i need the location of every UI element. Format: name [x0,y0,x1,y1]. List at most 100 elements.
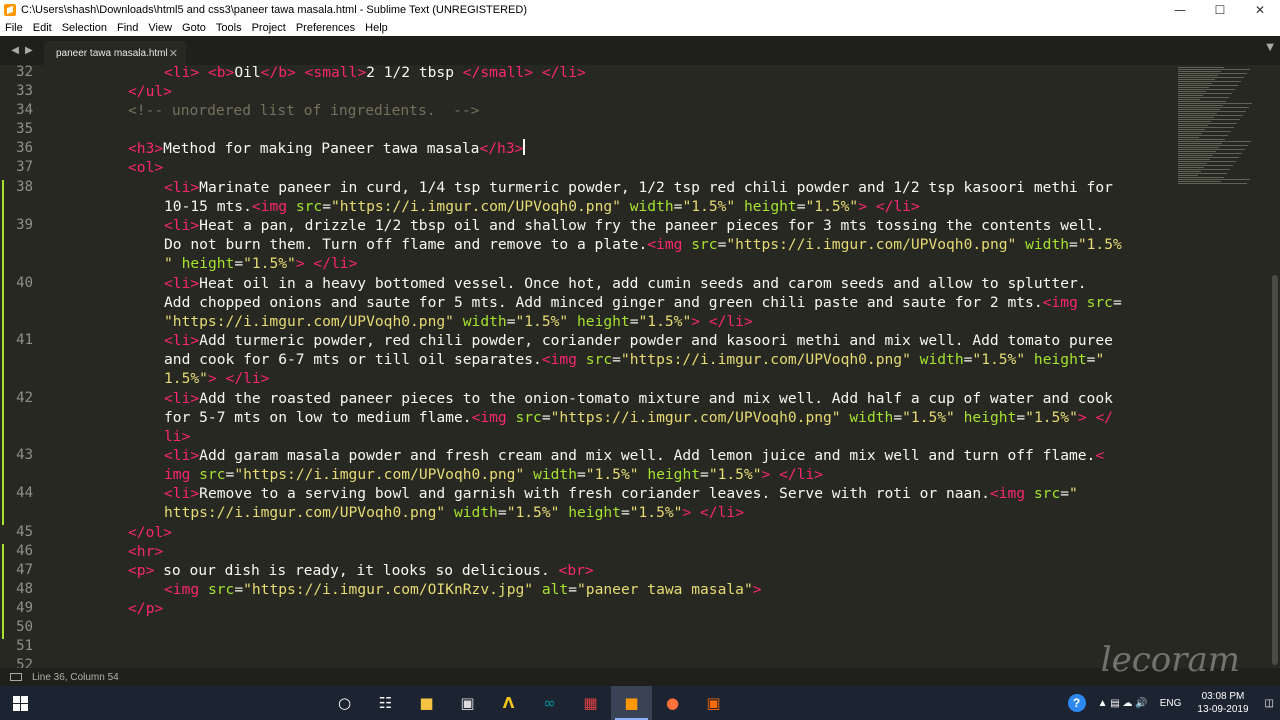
code-line[interactable]: <li>Add turmeric powder, red chili powde… [164,331,1113,350]
vertical-scrollbar[interactable] [1270,65,1280,668]
minimap[interactable] [1170,65,1270,668]
tab-nav-arrows[interactable]: ◀ ▶ [0,36,44,65]
line-number: 43 [16,447,33,463]
panel-toggle-icon[interactable] [10,673,22,681]
tab-dropdown-icon[interactable]: ▼ [1266,42,1274,53]
code-line[interactable]: Do not burn them. Turn off flame and rem… [164,235,1122,254]
code-line[interactable]: </p> [128,599,163,618]
tab-paneer-tawa-masala[interactable]: paneer tawa masala.html ✕ [44,41,186,65]
arrow-left-icon[interactable]: ◀ [11,45,19,56]
code-line[interactable]: <hr> [128,542,163,561]
code-line[interactable]: </ol> [128,523,172,542]
minimap-line [1178,177,1224,178]
code-token: <img [251,198,288,215]
code-token: Oil [234,65,261,81]
clock[interactable]: 03:08 PM 13-09-2019 [1187,690,1258,716]
code-line[interactable]: <li>Marinate paneer in curd, 1/4 tsp tur… [164,178,1113,197]
minimize-icon[interactable]: — [1160,3,1200,17]
minimap-line [1178,139,1225,140]
menu-help[interactable]: Help [360,22,393,34]
screen-recorder-icon[interactable]: ▣ [693,686,734,720]
code-line[interactable]: <h3>Method for making Paneer tawa masala… [128,139,526,158]
menu-tools[interactable]: Tools [211,22,247,34]
code-line[interactable]: " height="1.5%"> </li> [164,254,357,273]
line-number: 34 [16,102,33,118]
line-number: 44 [16,485,33,501]
code-token: > [858,198,868,215]
close-icon[interactable]: ✕ [1240,3,1280,17]
code-token: "https://i.imgur.com/UPVoqh0.png" [164,313,454,330]
menu-file[interactable]: File [0,22,28,34]
code-token: <b> [207,65,235,81]
code-line[interactable]: 10-15 mts.<img src="https://i.imgur.com/… [164,197,920,216]
code-token: = [1112,294,1122,311]
line-number: 36 [16,140,33,156]
maximize-icon[interactable]: ☐ [1200,3,1240,17]
app-tools-icon[interactable]: ▦ [570,686,611,720]
code-editor[interactable]: 32 33 34 35 36 37 38 39 40 41 42 43 44 4… [0,65,1170,668]
tray-icons[interactable]: ▲ ▤ ☁ 🔊 [1092,698,1154,709]
code-token: <li> [164,217,200,234]
sublime-text-taskbar-icon[interactable]: ■ [611,686,652,720]
code-line[interactable]: and cook for 6-7 mts or till oil separat… [164,350,1104,369]
minimap-line [1178,111,1246,112]
code-line[interactable]: <li> <b>Oil</b> <small>2 1/2 tbsp </smal… [164,65,586,82]
code-line[interactable]: <ol> [128,158,163,177]
code-token: </li> [700,504,744,521]
code-token: "1.5%" [682,198,736,215]
store-icon[interactable]: ▣ [447,686,488,720]
code-token: "https://i.imgur.com/UPVoqh0.png" [550,409,841,426]
code-line[interactable]: </ul> [128,82,172,101]
scrollbar-thumb[interactable] [1272,275,1278,665]
minimap-line [1178,179,1250,180]
code-token: height [568,504,621,521]
code-line[interactable]: <li>Heat a pan, drizzle 1/2 tbsp oil and… [164,216,1104,235]
code-token: Add chopped onions and saute for 5 mts. … [164,294,1043,311]
modified-lines-marker [2,180,4,525]
firefox-icon[interactable]: ● [652,686,693,720]
help-icon[interactable]: ? [1062,694,1092,712]
minimap-line [1178,83,1212,84]
windows-start-icon[interactable] [0,686,41,720]
code-line[interactable]: 1.5%"> </li> [164,369,269,388]
code-token: Add garam masala powder and fresh cream … [199,447,1096,464]
code-token: "https://i.imgur.com/OIKnRzv.jpg" [243,581,534,598]
code-line[interactable]: <li>Add the roasted paneer pieces to the… [164,389,1113,408]
minimap-line [1178,145,1248,146]
menu-preferences[interactable]: Preferences [291,22,360,34]
code-line[interactable]: img src="https://i.imgur.com/UPVoqh0.png… [164,465,823,484]
code-token: Add turmeric powder, red chili powder, c… [199,332,1113,349]
arduino-icon[interactable]: ∞ [529,686,570,720]
app-a-icon[interactable]: Λ [488,686,529,720]
file-explorer-icon[interactable]: ■ [406,686,447,720]
code-line[interactable]: Add chopped onions and saute for 5 mts. … [164,293,1122,312]
code-line[interactable]: <li>Remove to a serving bowl and garnish… [164,484,1078,503]
search-circle-icon[interactable]: ○ [324,686,365,720]
menu-selection[interactable]: Selection [57,22,112,34]
code-line[interactable]: https://i.imgur.com/UPVoqh0.png" width="… [164,503,744,522]
notification-icon[interactable]: ◫ [1259,698,1280,709]
code-line[interactable]: li> [164,427,190,446]
arrow-right-icon[interactable]: ▶ [25,45,33,56]
code-line[interactable]: for 5-7 mts on low to medium flame.<img … [164,408,1113,427]
code-line[interactable]: <!-- unordered list of ingredients. --> [128,101,479,120]
menu-edit[interactable]: Edit [28,22,57,34]
menu-project[interactable]: Project [247,22,291,34]
tab-close-icon[interactable]: ✕ [169,47,178,60]
task-view-icon[interactable]: ☷ [365,686,406,720]
code-line[interactable]: <li>Heat oil in a heavy bottomed vessel.… [164,274,1087,293]
code-token: "1.5%" [515,313,569,330]
code-line[interactable]: "https://i.imgur.com/UPVoqh0.png" width =… [164,312,753,331]
code-token: height [1033,351,1087,368]
menu-find[interactable]: Find [112,22,143,34]
code-token: src [199,466,226,483]
menu-goto[interactable]: Goto [177,22,211,34]
menu-view[interactable]: View [143,22,177,34]
code-line[interactable]: <li>Add garam masala powder and fresh cr… [164,446,1104,465]
code-token: = [577,466,586,483]
code-line[interactable]: <img src="https://i.imgur.com/OIKnRzv.jp… [164,580,762,599]
code-token: src [1086,294,1113,311]
language-indicator[interactable]: ENG [1154,698,1188,709]
code-line[interactable]: <p> so our dish is ready, it looks so de… [128,561,594,580]
